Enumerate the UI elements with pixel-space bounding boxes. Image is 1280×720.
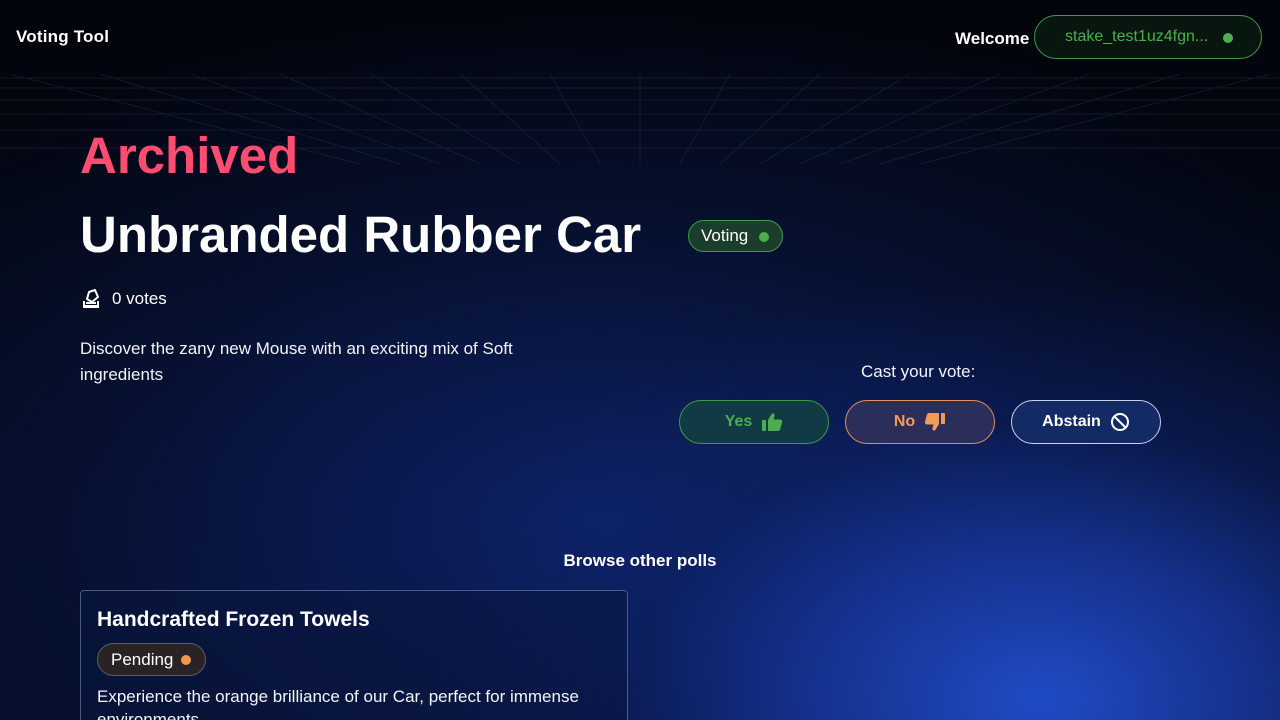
poll-title: Unbranded Rubber Car xyxy=(80,206,642,263)
vote-abstain-button[interactable]: Abstain xyxy=(1011,400,1161,444)
thumbs-down-icon xyxy=(925,413,946,431)
thumbs-up-icon xyxy=(762,413,783,431)
poll-status-dot xyxy=(759,232,769,242)
vote-count: 0 votes xyxy=(80,288,167,310)
top-header: Voting Tool Welcome stake_test1uz4fgn... xyxy=(0,0,1280,76)
cast-vote-label: Cast your vote: xyxy=(861,362,976,381)
ballot-icon xyxy=(83,289,99,308)
welcome-text: Welcome xyxy=(955,29,1030,48)
prohibited-icon xyxy=(1110,413,1129,431)
vote-no-button[interactable]: No xyxy=(845,400,995,444)
poll-card-status-dot xyxy=(181,655,191,665)
vote-abstain-label: Abstain xyxy=(1042,413,1101,430)
poll-card[interactable]: Handcrafted Frozen Towels Pending Experi… xyxy=(80,590,628,720)
wallet-address: stake_test1uz4fgn... xyxy=(1065,28,1209,45)
vote-count-text: 0 votes xyxy=(112,289,167,308)
poll-status-text: Voting xyxy=(701,226,749,245)
browse-polls-heading: Browse other polls xyxy=(563,551,717,570)
archived-label: Archived xyxy=(80,127,299,184)
wallet-button[interactable]: stake_test1uz4fgn... xyxy=(1034,15,1262,59)
poll-card-status-badge: Pending xyxy=(97,643,206,676)
vote-yes-label: Yes xyxy=(724,413,753,430)
poll-description: Discover the zany new Mouse with an exci… xyxy=(80,339,513,384)
poll-card-status-text: Pending xyxy=(111,649,174,669)
poll-card-title: Handcrafted Frozen Towels xyxy=(97,608,370,631)
poll-status-badge: Voting xyxy=(688,220,783,252)
app-brand[interactable]: Voting Tool xyxy=(16,27,109,47)
poll-card-description: Experience the orange brilliance of our … xyxy=(97,687,579,720)
vote-yes-button[interactable]: Yes xyxy=(679,400,829,444)
wallet-status-dot xyxy=(1223,33,1233,43)
vote-no-label: No xyxy=(893,413,916,430)
